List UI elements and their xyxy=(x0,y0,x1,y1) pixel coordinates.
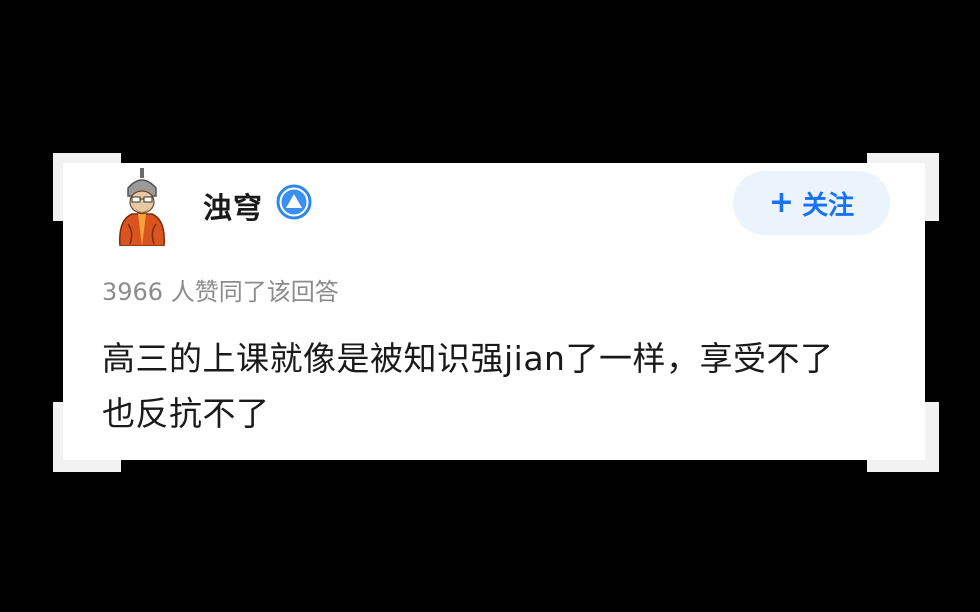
answer-line: 也反抗不了 xyxy=(102,394,270,433)
blue-triangle-badge-icon xyxy=(276,184,312,220)
answer-text: 高三的上课就像是被知识强jian了一样，享受不了 也反抗不了 xyxy=(102,331,902,441)
plus-icon: + xyxy=(768,185,795,220)
cartoon-monk-avatar-icon xyxy=(119,168,165,247)
answer-line: 高三的上课就像是被知识强jian了一样，享受不了 xyxy=(102,339,834,378)
video-frame: 浊穹 + 关注 3966 人赞同了该回答 高三的上课就像是被知识强jian了一样… xyxy=(0,0,980,612)
author-name[interactable]: 浊穹 xyxy=(203,185,263,227)
follow-button[interactable]: + 关注 xyxy=(733,171,890,235)
follow-button-label: 关注 xyxy=(802,190,855,221)
likes-count: 3966 人赞同了该回答 xyxy=(102,278,339,306)
answer-card: 浊穹 + 关注 3966 人赞同了该回答 高三的上课就像是被知识强jian了一样… xyxy=(53,153,939,472)
avatar[interactable] xyxy=(110,168,174,247)
